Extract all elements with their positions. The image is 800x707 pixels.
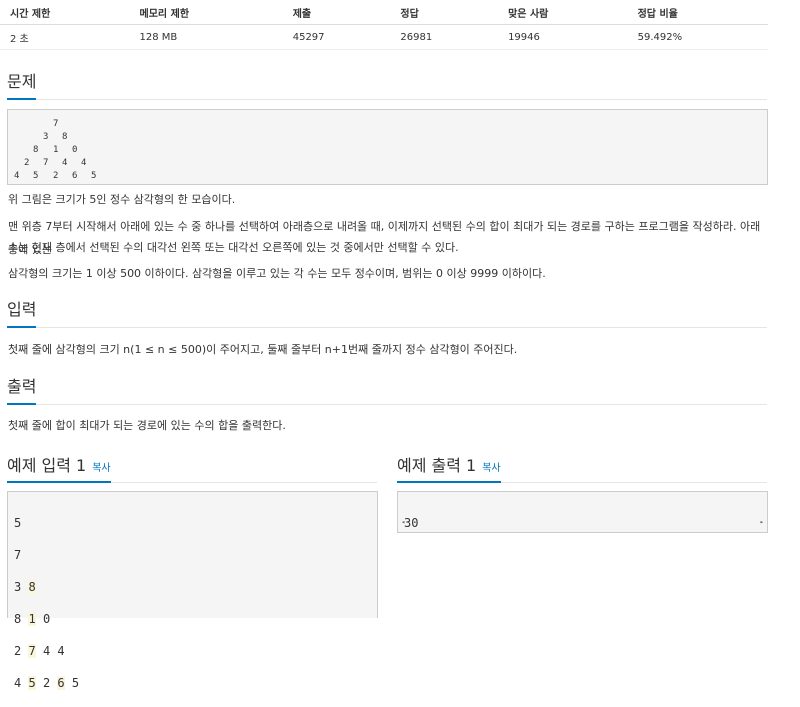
input-paragraph: 첫째 줄에 삼각형의 크기 n(1 ≤ n ≤ 500)이 주어지고, 둘째 줄… xyxy=(8,343,518,356)
stats-header-row: 시간 제한 메모리 제한 제출 정답 맞은 사람 정답 비율 xyxy=(0,0,768,25)
sample-input-line: 8 1 0 xyxy=(14,611,371,627)
sample-number: 2 xyxy=(14,644,22,658)
triangle-number: 0 xyxy=(72,145,78,155)
output-title: 출력 xyxy=(7,373,37,405)
triangle-number: 4 xyxy=(81,158,87,168)
problem-paragraph: 위 그림은 크기가 5인 정수 삼각형의 한 모습이다. xyxy=(8,193,236,206)
triangle-number: 8 xyxy=(62,132,68,142)
triangle-number: 1 xyxy=(53,145,59,155)
submissions-value: 45297 xyxy=(282,24,391,50)
triangle-number: 2 xyxy=(24,158,30,168)
problem-paragraph: 삼각형의 크기는 1 이상 500 이하이다. 삼각형을 이루고 있는 각 수는… xyxy=(8,267,546,280)
copy-sample-output-button[interactable]: 복사 xyxy=(482,463,500,474)
sample-input-title: 예제 입력 1 xyxy=(7,456,87,475)
sample-number: 4 xyxy=(42,644,51,658)
copy-sample-input-button[interactable]: 복사 xyxy=(92,463,110,474)
input-section-header: 입력 xyxy=(7,296,767,328)
triangle-number: 7 xyxy=(43,158,49,168)
solvers-value: 19946 xyxy=(498,24,628,50)
sample-number: 5 xyxy=(28,676,36,690)
stats-row: 2 초 128 MB 45297 26981 19946 59.492% xyxy=(0,24,768,50)
output-section-header: 출력 xyxy=(7,373,767,405)
sample-number: 5 xyxy=(14,516,22,530)
stats-header: 정답 xyxy=(390,0,499,25)
memory-limit-value: 128 MB xyxy=(129,24,283,50)
sample-number: 3 xyxy=(14,580,22,594)
sample-output-header: 예제 출력 1 복사 xyxy=(397,452,767,483)
triangle-number: 5 xyxy=(91,171,97,181)
stats-header: 맞은 사람 xyxy=(498,0,628,25)
triangle-number: 7 xyxy=(53,119,59,129)
problem-paragraph: 수는 현재 층에서 선택된 수의 대각선 왼쪽 또는 대각선 오른쪽에 있는 것… xyxy=(8,241,459,254)
triangle-number: 5 xyxy=(33,171,39,181)
triangle-number: 6 xyxy=(72,171,78,181)
triangle-number: 8 xyxy=(33,145,39,155)
sample-number: 8 xyxy=(28,580,36,594)
sample-number: 7 xyxy=(28,644,36,658)
scroll-right-icon[interactable]: ▸ xyxy=(760,514,764,530)
sample-number: 5 xyxy=(71,676,80,690)
sample-input-line: 7 xyxy=(14,547,371,563)
sample-input-line: 5 xyxy=(14,515,371,531)
sample-input-line: 4 5 2 6 5 xyxy=(14,675,371,691)
sample-number: 8 xyxy=(14,612,22,626)
stats-header: 메모리 제한 xyxy=(129,0,283,25)
sample-number: 7 xyxy=(14,548,22,562)
sample-output-box[interactable]: 30 ◂ ▸ xyxy=(397,491,768,533)
sample-input-line: 3 8 xyxy=(14,579,371,595)
sample-number: 4 xyxy=(57,644,65,658)
stats-header: 시간 제한 xyxy=(0,0,130,25)
time-limit-value: 2 초 xyxy=(0,24,130,50)
stats-table: 시간 제한 메모리 제한 제출 정답 맞은 사람 정답 비율 2 초 128 M… xyxy=(0,0,768,50)
output-paragraph: 첫째 줄에 합이 최대가 되는 경로에 있는 수의 합을 출력한다. xyxy=(8,419,286,432)
sample-input-box[interactable]: 5 7 3 8 8 1 0 2 7 4 4 4 5 2 6 5 xyxy=(7,491,378,690)
sample-number: 0 xyxy=(42,612,51,626)
accepted-value: 26981 xyxy=(390,24,499,50)
sample-number: 4 xyxy=(14,676,22,690)
accept-ratio-value: 59.492% xyxy=(627,24,768,50)
sample-input-title-wrap: 예제 입력 1 복사 xyxy=(7,452,111,483)
triangle-figure: 7 3 8 8 1 0 2 7 4 4 4 5 2 6 5 xyxy=(7,109,768,185)
sample-number: 1 xyxy=(28,612,36,626)
stats-header: 정답 비율 xyxy=(627,0,768,25)
input-title: 입력 xyxy=(7,296,37,328)
sample-input-header: 예제 입력 1 복사 xyxy=(7,452,377,483)
stats-header: 제출 xyxy=(282,0,391,25)
triangle-number: 2 xyxy=(53,171,59,181)
triangle-number: 4 xyxy=(62,158,68,168)
sample-number: 2 xyxy=(42,676,51,690)
sample-input-line: 2 7 4 4 xyxy=(14,643,371,659)
problem-section-header: 문제 xyxy=(7,68,767,100)
sample-output-line: 30 xyxy=(404,516,419,530)
triangle-number: 4 xyxy=(14,171,20,181)
scroll-left-icon[interactable]: ◂ xyxy=(401,514,405,530)
triangle-number: 3 xyxy=(43,132,49,142)
sample-output-title-wrap: 예제 출력 1 복사 xyxy=(397,452,501,483)
problem-title: 문제 xyxy=(7,68,37,100)
sample-output-title: 예제 출력 1 xyxy=(397,456,477,475)
sample-number: 6 xyxy=(57,676,65,690)
